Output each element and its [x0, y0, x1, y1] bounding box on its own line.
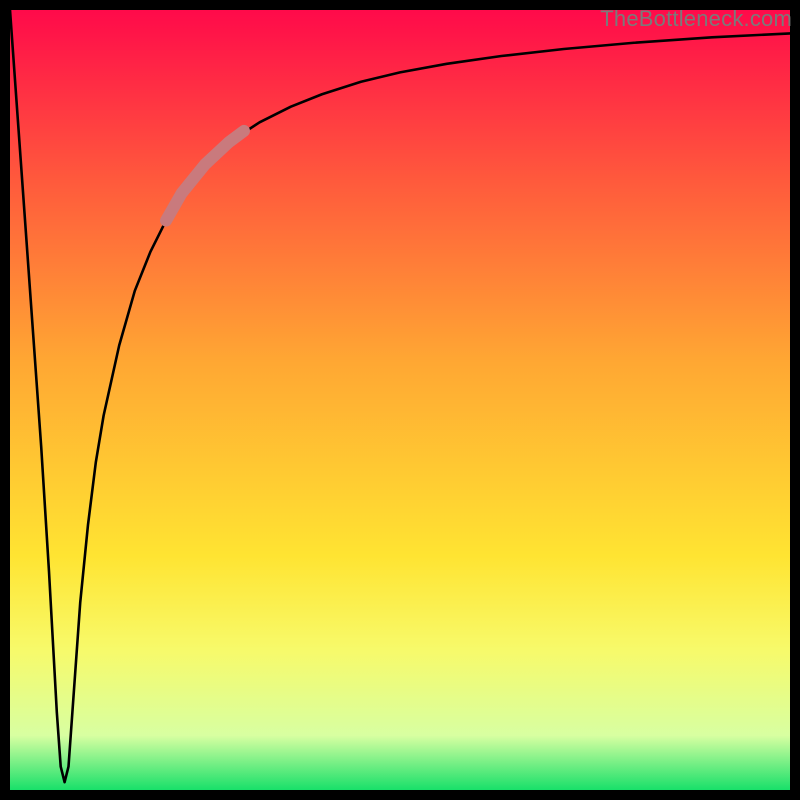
chart-container: TheBottleneck.com	[0, 0, 800, 800]
chart-svg	[10, 10, 790, 790]
plot-area	[10, 10, 790, 790]
watermark-label: TheBottleneck.com	[600, 6, 792, 32]
